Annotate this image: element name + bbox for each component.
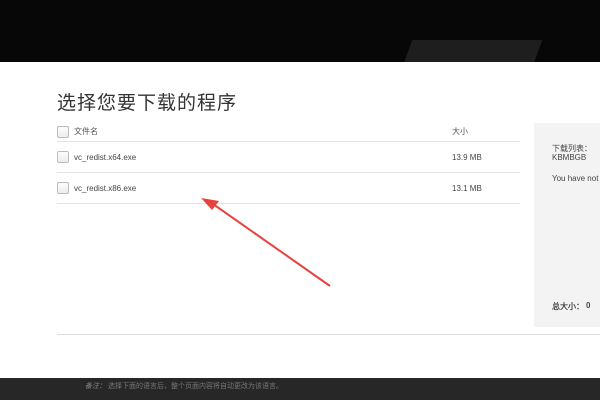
- file-name: vc_redist.x64.exe: [74, 152, 137, 162]
- table-row[interactable]: vc_redist.x86.exe 13.1 MB: [57, 173, 520, 204]
- total-size-value: 0: [586, 301, 591, 310]
- page-header-band: [0, 0, 600, 62]
- footer-note-text: 选择下面的语言后，整个页面内容将自动更改为该语言。: [107, 383, 283, 390]
- dialog-title: 选择您要下载的程序: [57, 93, 238, 114]
- header-decoration: [397, 40, 543, 62]
- footer-bar: 备注： 选择下面的语言后，整个页面内容将自动更改为该语言。: [0, 378, 600, 400]
- download-list-units: KBMBGB: [552, 153, 587, 162]
- file-size: 13.9 MB: [452, 152, 482, 162]
- file-checkbox-x86[interactable]: [57, 182, 69, 194]
- table-row[interactable]: vc_redist.x64.exe 13.9 MB: [57, 142, 520, 173]
- column-header-filename: 文件名: [74, 127, 98, 136]
- footer-note-label: 备注：: [85, 383, 106, 390]
- file-name: vc_redist.x86.exe: [74, 183, 137, 193]
- file-size: 13.1 MB: [452, 183, 482, 193]
- total-size-label: 总大小：: [552, 302, 584, 311]
- column-header-size: 大小: [452, 127, 468, 136]
- download-list-panel: 下载列表： KBMBGB You have not 总大小： 0: [534, 123, 600, 327]
- file-table: 文件名 大小 vc_redist.x64.exe 13.9 MB vc_redi…: [57, 122, 520, 204]
- table-header-row: 文件名 大小: [57, 122, 520, 142]
- select-all-checkbox[interactable]: [57, 125, 69, 138]
- download-dialog: 选择您要下载的程序 文件名 大小 vc_redist.x64.exe 13.9 …: [0, 62, 600, 378]
- footer-note: 备注： 选择下面的语言后，整个页面内容将自动更改为该语言。: [85, 381, 283, 391]
- file-checkbox-x64[interactable]: [57, 151, 69, 163]
- download-list-empty-text: You have not: [552, 174, 599, 183]
- divider: [57, 334, 600, 335]
